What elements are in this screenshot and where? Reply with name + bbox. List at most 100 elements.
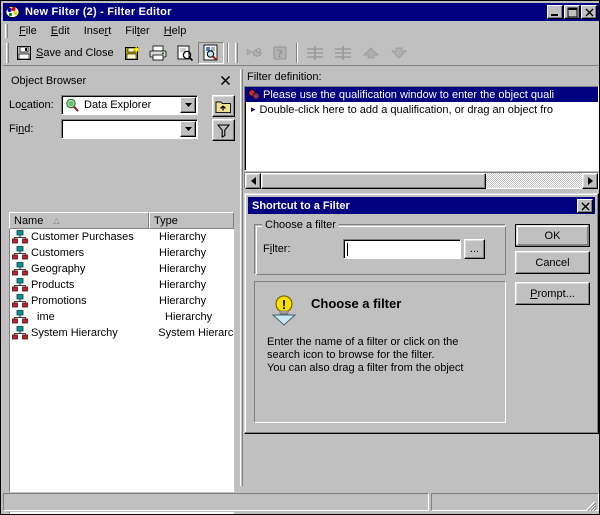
- menu-edit[interactable]: Edit: [44, 23, 77, 39]
- save-and-close-label: Save and Close: [36, 46, 114, 59]
- list-item[interactable]: System Hierarchy System Hierarc: [10, 325, 233, 341]
- column-header-name[interactable]: Name △: [9, 212, 149, 229]
- object-browser-caption: Object Browser: [7, 71, 236, 90]
- group-title: Choose a filter: [262, 219, 339, 231]
- hscroll-track[interactable]: [261, 173, 582, 189]
- list-item-type: Hierarchy: [165, 311, 213, 323]
- hint-panel: ! Choose a filter Enter the name of a fi…: [254, 281, 506, 423]
- list-item-name: Promotions: [31, 295, 87, 307]
- arrow-down-icon: [390, 47, 407, 59]
- panel-splitter[interactable]: [240, 69, 243, 486]
- floppy-disk-icon: [17, 45, 31, 60]
- list-item-name: Customer Purchases: [31, 231, 134, 243]
- dialog-titlebar[interactable]: Shortcut to a Filter: [248, 197, 595, 214]
- cancel-button-label: Cancel: [535, 256, 570, 269]
- list-item[interactable]: Geography Hierarchy: [10, 261, 233, 277]
- status-info-pane: [431, 493, 599, 511]
- scroll-left-button[interactable]: [245, 173, 261, 189]
- list-item[interactable]: Customer Purchases Hierarchy: [10, 229, 233, 245]
- status-message-pane: [3, 493, 429, 511]
- menu-insert[interactable]: Insert: [77, 23, 119, 39]
- location-value: Data Explorer: [62, 98, 179, 112]
- list-item-name: Geography: [31, 263, 86, 275]
- find-dropdown-arrow[interactable]: [180, 121, 196, 137]
- move-down-button[interactable]: [384, 41, 413, 64]
- menu-file[interactable]: File: [12, 23, 44, 39]
- save-and-close-button[interactable]: Save and Close: [12, 41, 120, 64]
- menu-help[interactable]: Help: [157, 23, 194, 39]
- resize-grip-icon[interactable]: [583, 498, 597, 512]
- list-item-type: Hierarchy: [159, 231, 207, 243]
- minimize-button[interactable]: [547, 5, 563, 19]
- filter-definition-row[interactable]: Please use the qualification window to e…: [245, 87, 598, 102]
- list-item-name: ime: [37, 311, 55, 323]
- close-button[interactable]: [581, 5, 597, 19]
- insert-object-button[interactable]: [240, 41, 267, 64]
- shortcut-to-a-filter-dialog: Shortcut to a Filter Choose a filter Fil…: [244, 193, 599, 434]
- menubar-grip[interactable]: [5, 24, 8, 38]
- up-one-level-button[interactable]: [212, 95, 235, 117]
- move-up-button[interactable]: [356, 41, 385, 64]
- filter-field-label: Filter:: [263, 243, 291, 255]
- toolbar-grip[interactable]: [6, 42, 9, 63]
- hierarchy-icon: [12, 278, 28, 292]
- indent-left-button[interactable]: [300, 41, 329, 64]
- browse-button-label: ...: [469, 243, 480, 255]
- print-preview-button[interactable]: [171, 41, 198, 64]
- list-item-type: Hierarchy: [159, 279, 207, 291]
- window-title: New Filter (2) - Filter Editor: [25, 6, 172, 18]
- object-browser-icon: [203, 44, 218, 61]
- hierarchy-icon: [12, 294, 28, 308]
- object-browser-panel: Object Browser Location: Data Explorer F…: [5, 69, 238, 514]
- filter-definition-hscrollbar[interactable]: [244, 172, 599, 189]
- filter-definition-list[interactable]: Please use the qualification window to e…: [244, 86, 599, 171]
- list-item[interactable]: ime Hierarchy: [10, 309, 233, 325]
- object-list[interactable]: Customer Purchases Hierarchy Customers H…: [9, 229, 234, 514]
- list-item[interactable]: Products Hierarchy: [10, 277, 233, 293]
- statusbar: [3, 492, 599, 512]
- lightbulb-icon: !: [271, 294, 301, 329]
- save-as-button[interactable]: [119, 41, 145, 64]
- filter-definition-row-text: Double-click here to add a qualification…: [259, 103, 554, 116]
- location-label: Location:: [9, 99, 54, 111]
- toolbar-grip-2[interactable]: [234, 42, 238, 63]
- insert-prompt-button[interactable]: ?: [266, 41, 293, 64]
- object-browser-button[interactable]: [197, 41, 224, 64]
- column-header-type[interactable]: Type: [149, 212, 234, 229]
- ok-button[interactable]: OK: [515, 224, 590, 247]
- svg-text:?: ?: [277, 48, 282, 60]
- dialog-close-button[interactable]: [577, 198, 593, 213]
- list-item-name: Products: [31, 279, 75, 291]
- list-item[interactable]: Promotions Hierarchy: [10, 293, 233, 309]
- browse-filter-button[interactable]: ...: [464, 239, 485, 259]
- location-combobox[interactable]: Data Explorer: [61, 95, 198, 115]
- filter-definition-row[interactable]: ▸ Double-click here to add a qualificati…: [245, 102, 598, 117]
- funnel-filter-button[interactable]: [212, 119, 235, 141]
- list-item[interactable]: Customers Hierarchy: [10, 245, 233, 261]
- menu-filter[interactable]: Filter: [118, 23, 156, 39]
- hscroll-thumb[interactable]: [261, 173, 486, 189]
- print-preview-icon: [177, 45, 193, 61]
- data-explorer-icon: [66, 98, 79, 112]
- funnel-icon: [216, 123, 231, 138]
- filter-input[interactable]: [343, 239, 461, 259]
- list-item-type: Hierarchy: [159, 263, 207, 275]
- find-combobox[interactable]: [61, 119, 198, 139]
- object-browser-close-icon[interactable]: [218, 74, 232, 88]
- indent-right-button[interactable]: [328, 41, 357, 64]
- menubar: File Edit Insert Filter Help: [3, 22, 599, 40]
- print-button[interactable]: [144, 41, 172, 64]
- hierarchy-icon: [12, 230, 28, 244]
- list-column-headers: Name △ Type: [9, 212, 234, 229]
- window-titlebar[interactable]: New Filter (2) - Filter Editor: [3, 3, 599, 21]
- cancel-button[interactable]: Cancel: [515, 251, 590, 274]
- location-dropdown-arrow[interactable]: [180, 97, 196, 113]
- list-item-type: System Hierarc: [158, 327, 233, 339]
- maximize-button[interactable]: [564, 5, 580, 19]
- toolbar-separator-1: [226, 42, 229, 63]
- hierarchy-icon: [12, 246, 28, 260]
- prompt-button[interactable]: Prompt...: [515, 282, 590, 305]
- dialog-title: Shortcut to a Filter: [252, 199, 350, 212]
- ok-button-label: OK: [544, 229, 561, 242]
- scroll-right-button[interactable]: [582, 173, 598, 189]
